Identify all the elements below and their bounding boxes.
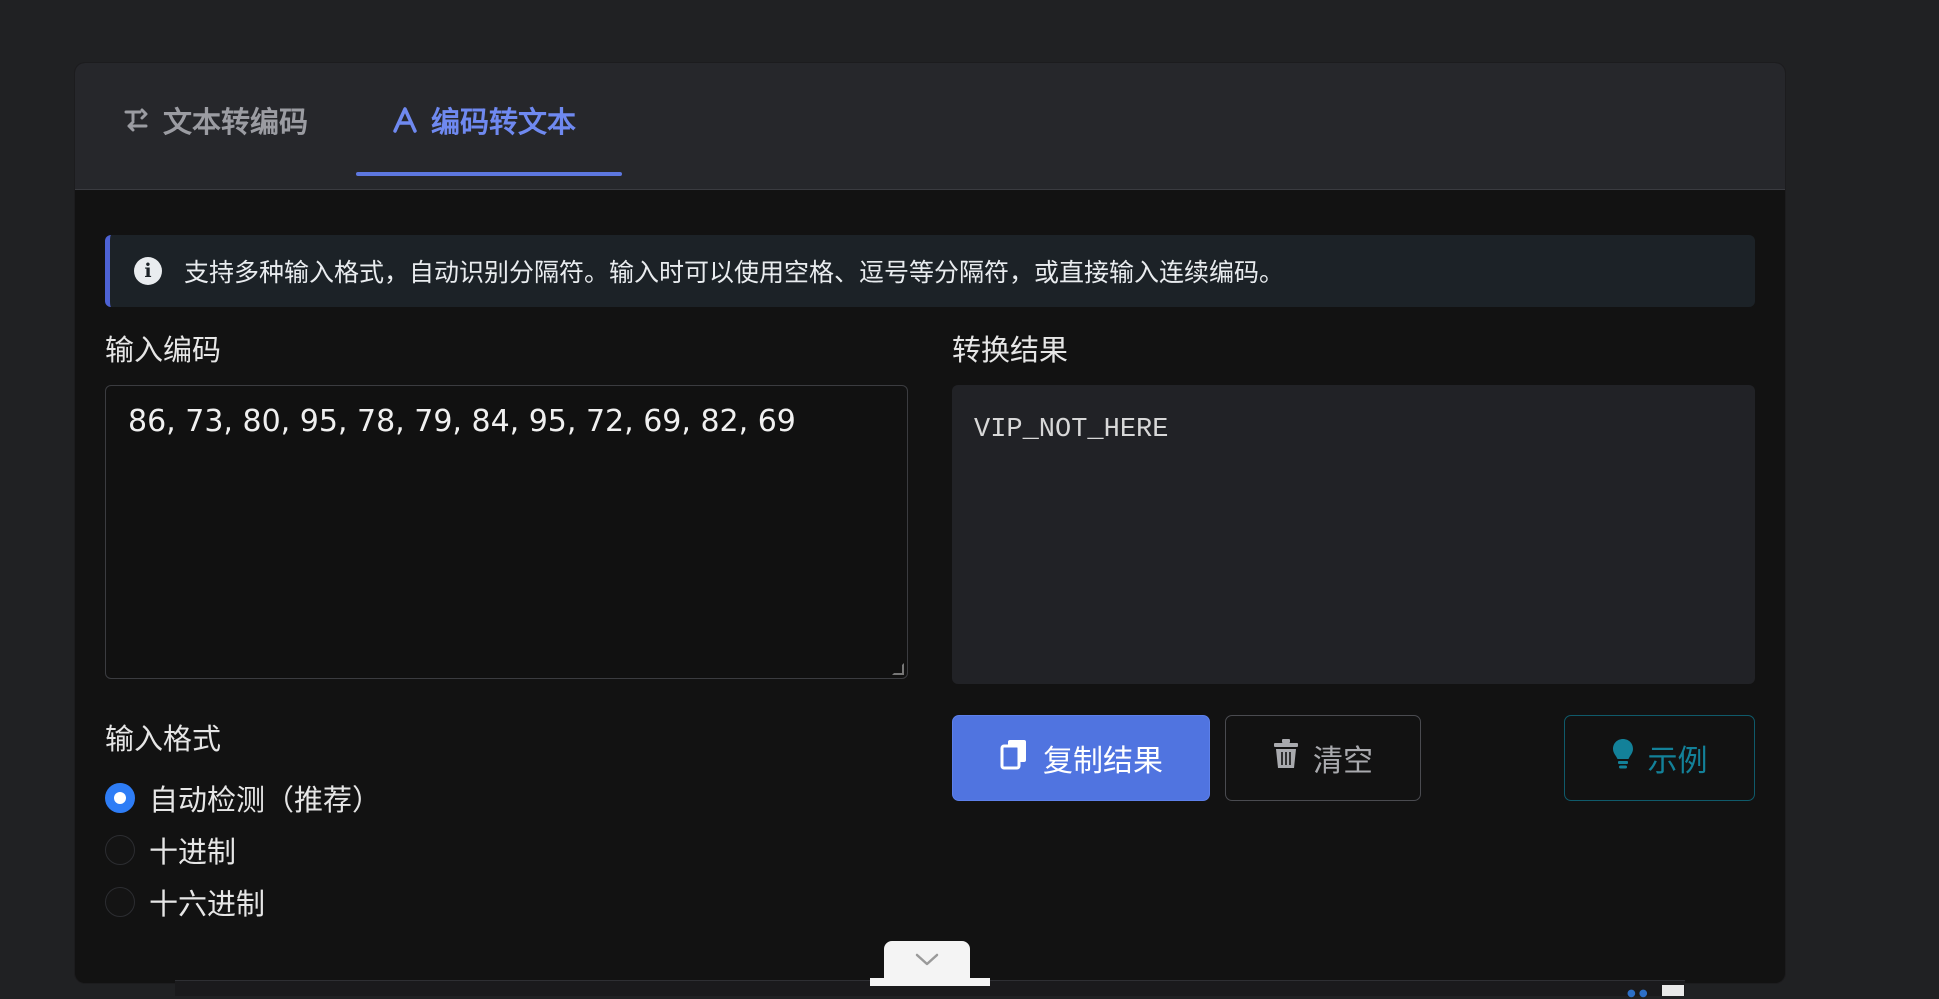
example-button[interactable]: 示例 bbox=[1564, 715, 1755, 801]
resize-handle-icon[interactable] bbox=[892, 663, 904, 675]
result-label: 转换结果 bbox=[952, 333, 1069, 367]
scroll-down-handle[interactable] bbox=[884, 941, 970, 983]
result-output: VIP_NOT_HERE bbox=[952, 385, 1755, 684]
clear-button-label: 清空 bbox=[1313, 744, 1373, 779]
trash-icon bbox=[1273, 739, 1299, 777]
copy-result-button[interactable]: 复制结果 bbox=[952, 715, 1210, 801]
copy-icon bbox=[999, 738, 1029, 778]
radio-label: 十进制 bbox=[149, 835, 237, 869]
info-alert: i 支持多种输入格式，自动识别分隔符。输入时可以使用空格、逗号等分隔符，或直接输… bbox=[105, 235, 1755, 307]
code-input-textarea[interactable]: 86, 73, 80, 95, 78, 79, 84, 95, 72, 69, … bbox=[105, 385, 908, 679]
converter-card: 文本转编码 编码转文本 i 支持多种输入格式，自动识别分隔符。输入时可以使用空格… bbox=[75, 63, 1785, 983]
text-to-code-icon bbox=[123, 107, 149, 133]
radio-label: 自动检测（推荐） bbox=[149, 783, 382, 817]
info-text: 支持多种输入格式，自动识别分隔符。输入时可以使用空格、逗号等分隔符，或直接输入连… bbox=[184, 258, 1285, 287]
lightbulb-icon bbox=[1612, 738, 1634, 778]
corner-widget-icon bbox=[1662, 985, 1684, 996]
clear-button[interactable]: 清空 bbox=[1225, 715, 1421, 801]
copy-button-label: 复制结果 bbox=[1043, 744, 1163, 779]
radio-hexadecimal[interactable]: 十六进制 bbox=[105, 881, 265, 923]
tab-code-to-text[interactable]: 编码转文本 bbox=[393, 63, 576, 177]
code-input-value: 86, 73, 80, 95, 78, 79, 84, 95, 72, 69, … bbox=[128, 404, 796, 439]
tab-bar: 文本转编码 编码转文本 bbox=[75, 63, 1785, 190]
radio-auto-detect[interactable]: 自动检测（推荐） bbox=[105, 777, 381, 819]
active-tab-indicator bbox=[356, 172, 622, 176]
font-a-icon bbox=[393, 107, 417, 133]
chevron-down-icon bbox=[914, 952, 940, 972]
radio-button[interactable] bbox=[105, 887, 135, 917]
radio-decimal[interactable]: 十进制 bbox=[105, 829, 236, 871]
result-value: VIP_NOT_HERE bbox=[974, 415, 1169, 445]
dots-icon: ● ● bbox=[1627, 988, 1648, 999]
radio-button[interactable] bbox=[105, 835, 135, 865]
tab-label: 文本转编码 bbox=[163, 105, 309, 139]
radio-label: 十六进制 bbox=[149, 887, 266, 921]
input-label: 输入编码 bbox=[105, 333, 222, 367]
format-label: 输入格式 bbox=[105, 722, 222, 756]
tab-text-to-code[interactable]: 文本转编码 bbox=[123, 63, 308, 177]
tab-label: 编码转文本 bbox=[431, 105, 577, 139]
radio-button-checked[interactable] bbox=[105, 783, 135, 813]
example-button-label: 示例 bbox=[1647, 744, 1708, 779]
info-icon: i bbox=[134, 257, 162, 285]
